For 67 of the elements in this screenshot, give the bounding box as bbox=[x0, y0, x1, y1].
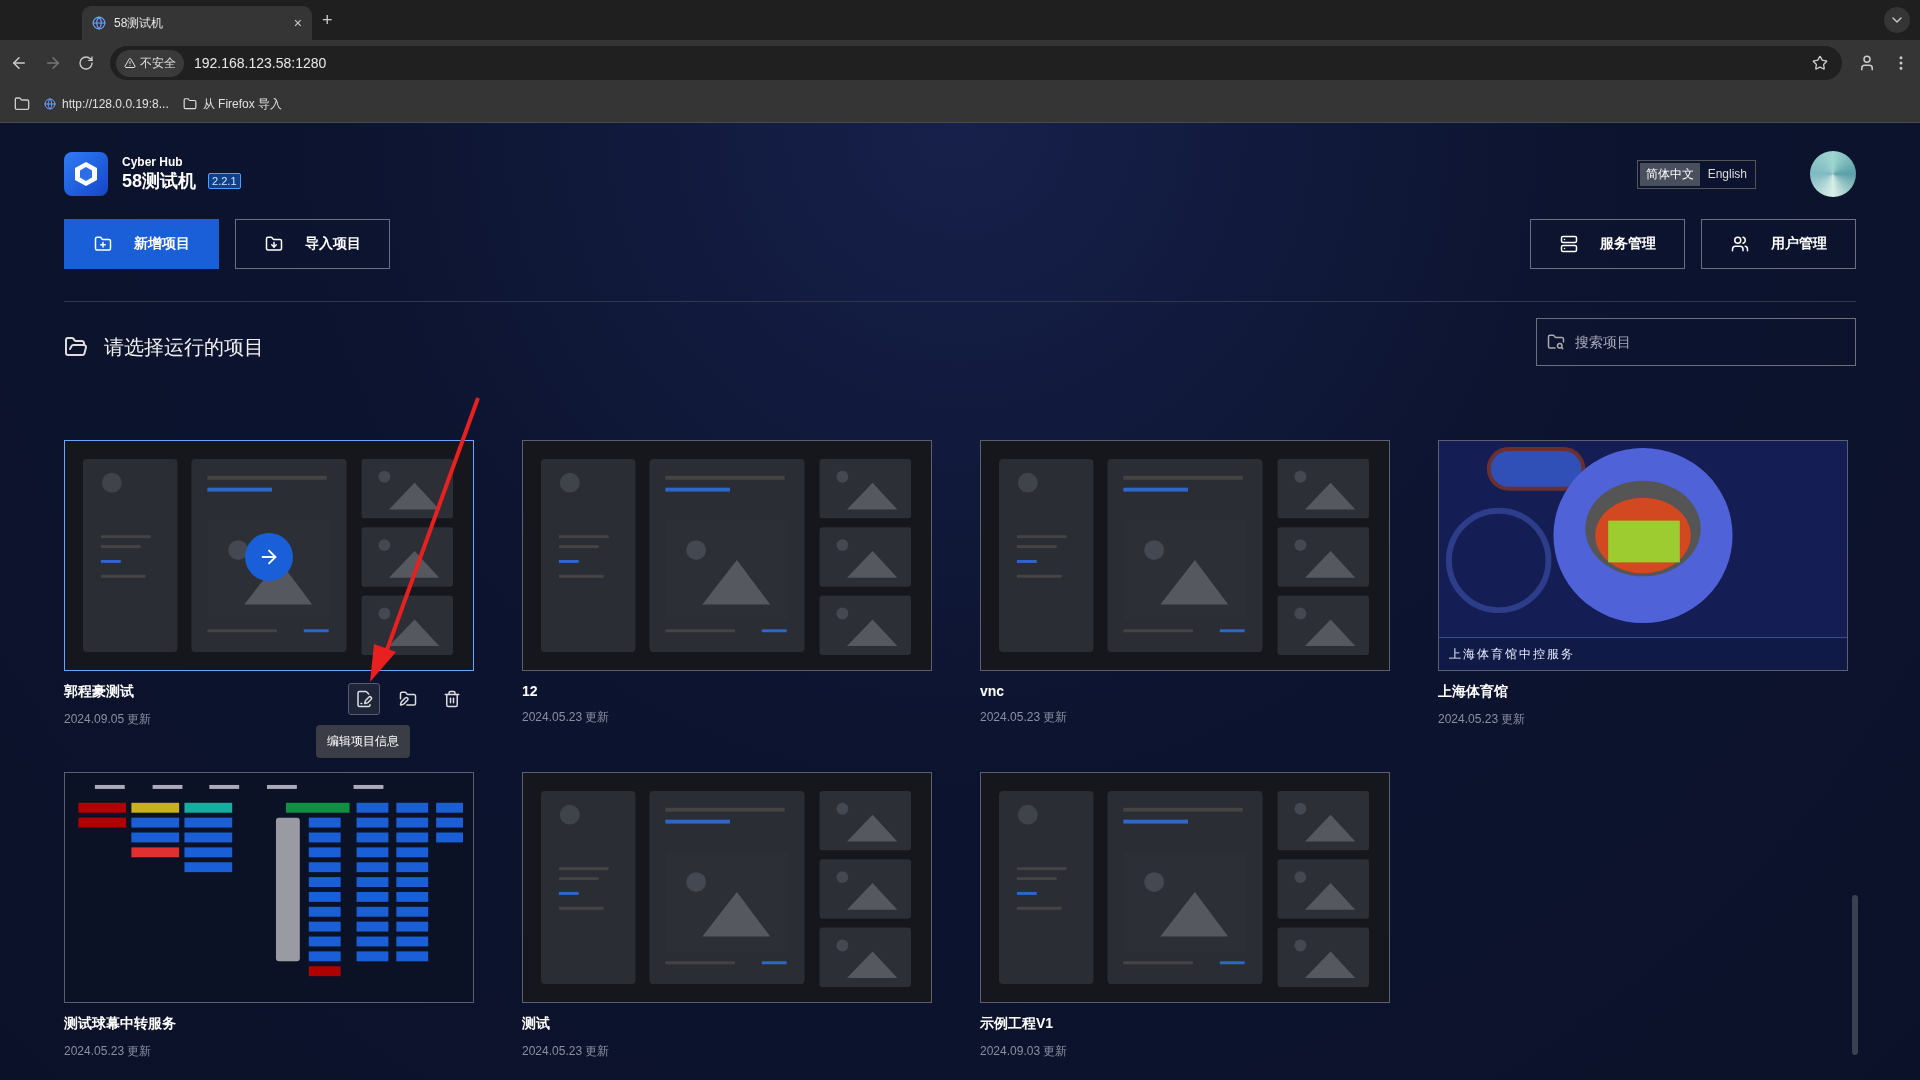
language-option[interactable]: English bbox=[1701, 162, 1753, 186]
project-date: 2024.05.23 更新 bbox=[522, 709, 611, 726]
project-name: 12 bbox=[522, 683, 539, 699]
folder-icon bbox=[182, 97, 197, 111]
project-date: 2024.09.05 更新 bbox=[64, 711, 153, 728]
warning-icon bbox=[124, 57, 136, 69]
project-date: 2024.05.23 更新 bbox=[522, 1043, 611, 1060]
app-title: 58测试机 bbox=[122, 170, 197, 193]
forward-icon[interactable] bbox=[44, 54, 62, 72]
bookmark-star-icon[interactable] bbox=[1812, 55, 1828, 71]
new-tab-button[interactable]: + bbox=[322, 9, 333, 31]
project-action-button[interactable]: 导入项目 bbox=[235, 219, 390, 269]
user-avatar[interactable] bbox=[1810, 151, 1856, 197]
search-box[interactable]: 搜索项目 bbox=[1536, 318, 1856, 366]
project-date: 2024.05.23 更新 bbox=[1438, 711, 1527, 728]
project-name: 郭程豪测试 bbox=[64, 683, 135, 701]
reload-icon[interactable] bbox=[78, 55, 94, 71]
folder-plus-icon bbox=[93, 235, 112, 253]
browser-tab[interactable]: 58测试机 × bbox=[82, 6, 312, 40]
edit-icon bbox=[355, 690, 373, 708]
language-option[interactable]: 简体中文 bbox=[1639, 162, 1700, 186]
users-icon bbox=[1730, 235, 1749, 253]
folder-icon bbox=[64, 335, 88, 359]
scrollbar[interactable] bbox=[1852, 895, 1858, 1055]
section-title: 请选择运行的项目 bbox=[104, 334, 264, 360]
edit-info-button[interactable] bbox=[348, 683, 380, 715]
search-icon bbox=[1547, 333, 1565, 351]
folder-download-icon bbox=[264, 235, 283, 253]
back-icon[interactable] bbox=[10, 54, 28, 72]
project-thumbnail[interactable] bbox=[522, 772, 932, 1003]
bookmark-link[interactable]: 从 Firefox 导入 bbox=[182, 95, 283, 113]
url-text: 192.168.123.58:1280 bbox=[194, 55, 328, 71]
brand-name: Cyber Hub bbox=[122, 155, 184, 169]
version-badge: 2.2.1 bbox=[208, 173, 241, 189]
folder-icon[interactable] bbox=[14, 96, 30, 112]
trash-icon bbox=[443, 690, 461, 708]
preview-title: 上海体育馆中控服务 bbox=[1449, 645, 1575, 663]
security-badge[interactable]: 不安全 bbox=[116, 49, 184, 77]
site-icon bbox=[92, 16, 106, 30]
project-date: 2024.05.23 更新 bbox=[980, 709, 1069, 726]
bookmark-label: 从 Firefox 导入 bbox=[202, 95, 283, 113]
project-thumbnail[interactable]: 上海体育馆中控服务 bbox=[1438, 440, 1848, 671]
globe-icon bbox=[44, 98, 56, 110]
project-date: 2024.09.03 更新 bbox=[980, 1043, 1069, 1060]
folder-edit-icon bbox=[399, 690, 417, 708]
project-name: 测试球幕中转服务 bbox=[64, 1015, 177, 1033]
project-thumbnail[interactable] bbox=[522, 440, 932, 671]
search-field[interactable]: 搜索项目 bbox=[1573, 333, 1845, 351]
app-logo bbox=[64, 152, 108, 196]
project-name: vnc bbox=[980, 683, 1006, 699]
project-name: 测试 bbox=[522, 1015, 551, 1033]
project-thumbnail[interactable] bbox=[64, 440, 474, 671]
project-date: 2024.05.23 更新 bbox=[64, 1043, 153, 1060]
tab-menu-button[interactable] bbox=[1884, 7, 1910, 33]
server-icon bbox=[1559, 235, 1578, 253]
tooltip: 编辑项目信息 bbox=[316, 725, 410, 758]
management-button[interactable]: 服务管理 bbox=[1530, 219, 1685, 269]
project-name: 示例工程V1 bbox=[980, 1015, 1055, 1033]
address-bar[interactable]: 不安全 192.168.123.58:1280 bbox=[110, 46, 1842, 80]
project-thumbnail[interactable] bbox=[980, 440, 1390, 671]
management-button[interactable]: 用户管理 bbox=[1701, 219, 1856, 269]
tab-close-button[interactable]: × bbox=[293, 15, 302, 31]
profile-icon[interactable] bbox=[1858, 54, 1876, 72]
project-thumbnail[interactable] bbox=[980, 772, 1390, 1003]
tab-title: 58测试机 bbox=[114, 14, 165, 32]
project-name: 上海体育馆 bbox=[1438, 683, 1509, 701]
project-action-button[interactable]: 新增项目 bbox=[64, 219, 219, 269]
